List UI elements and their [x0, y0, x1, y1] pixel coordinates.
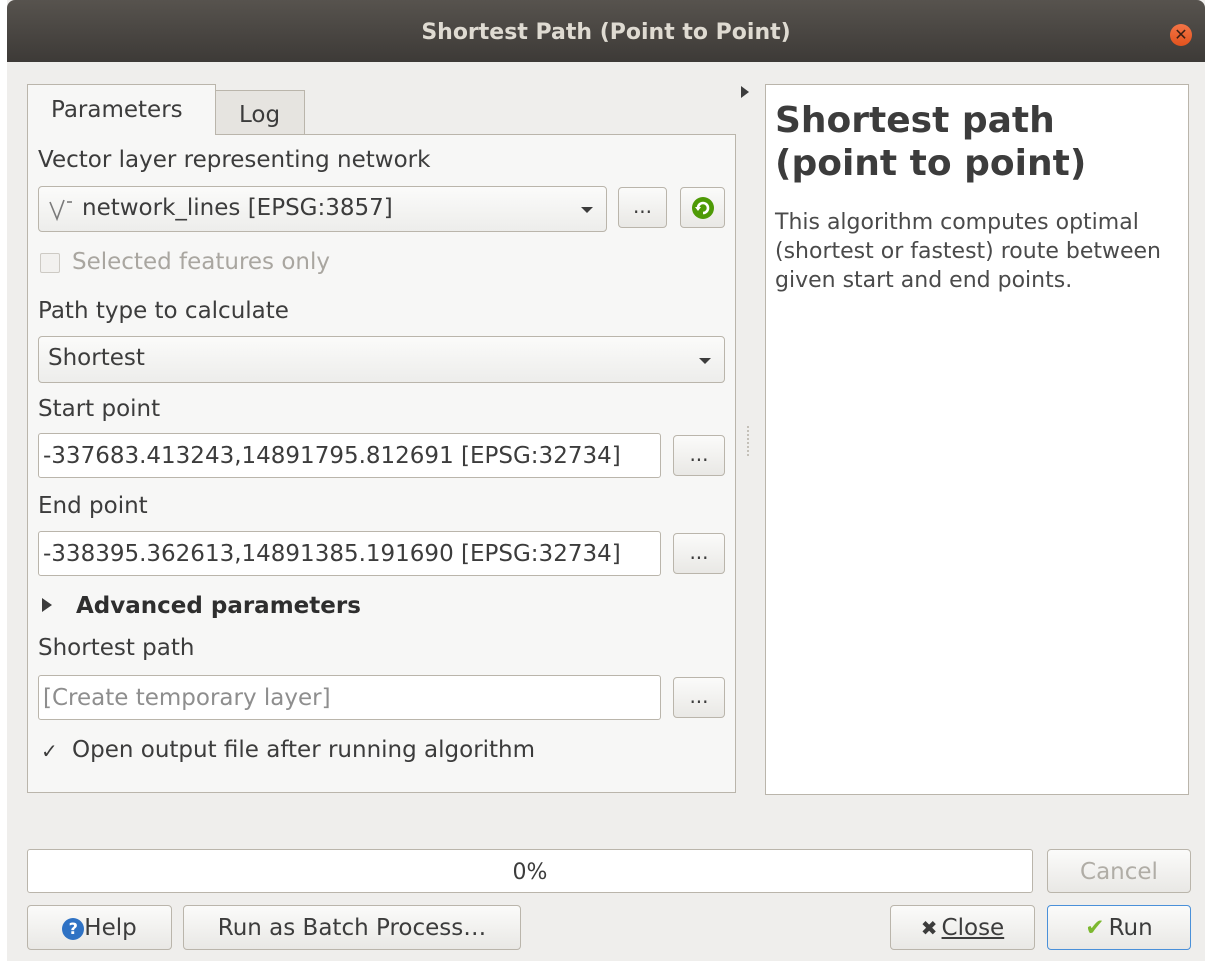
- help-button[interactable]: ? Help: [27, 905, 172, 950]
- path-type-label: Path type to calculate: [38, 298, 289, 324]
- run-button[interactable]: ✔ Run: [1047, 905, 1191, 950]
- help-title: Shortest path (point to point): [775, 100, 1087, 184]
- help-button-label: Help: [84, 915, 137, 941]
- path-type-value: Shortest: [48, 345, 145, 371]
- chevron-down-icon: [699, 358, 711, 364]
- chevron-down-icon: [581, 207, 593, 213]
- progress-bar: 0%: [27, 849, 1033, 893]
- selected-features-label: Selected features only: [72, 249, 330, 275]
- checkmark-icon: ✓: [41, 739, 58, 763]
- network-layer-value: network_lines [EPSG:3857]: [82, 195, 393, 221]
- progress-text: 0%: [512, 860, 548, 885]
- iterate-layer-button[interactable]: [680, 187, 725, 228]
- end-point-value: -338395.362613,14891385.191690 [EPSG:327…: [43, 541, 621, 567]
- line-layer-icon: [49, 199, 72, 222]
- tab-log-label: Log: [239, 102, 281, 128]
- close-button-label: Close: [941, 915, 1005, 941]
- help-description: This algorithm computes optimal (shortes…: [775, 210, 1161, 293]
- splitter-handle[interactable]: [747, 426, 751, 456]
- open-output-label: Open output file after running algorithm: [72, 737, 536, 763]
- network-browse-button[interactable]: ...: [618, 187, 667, 228]
- open-output-checkbox[interactable]: ✓: [40, 739, 60, 763]
- help-icon: ?: [62, 918, 85, 940]
- title-bar[interactable]: Shortest Path (Point to Point) ✕: [7, 0, 1205, 62]
- tab-parameters[interactable]: Parameters: [27, 84, 216, 135]
- start-point-label: Start point: [38, 396, 161, 422]
- output-field[interactable]: [Create temporary layer]: [38, 675, 661, 720]
- run-batch-button[interactable]: Run as Batch Process…: [183, 905, 521, 950]
- checkmark-icon: ✔: [1085, 915, 1105, 941]
- output-browse-button[interactable]: ...: [673, 677, 725, 718]
- expand-arrow-icon[interactable]: [42, 598, 52, 612]
- end-point-browse-button[interactable]: ...: [673, 533, 725, 574]
- refresh-icon: [692, 197, 714, 219]
- advanced-parameters-toggle[interactable]: Advanced parameters: [76, 593, 361, 619]
- dialog-window: Shortest Path (Point to Point) ✕ Paramet…: [7, 0, 1205, 961]
- start-point-browse-button[interactable]: ...: [673, 435, 725, 476]
- close-window-icon[interactable]: ✕: [1170, 24, 1192, 46]
- output-placeholder: [Create temporary layer]: [43, 685, 331, 711]
- run-batch-button-label: Run as Batch Process…: [217, 915, 487, 941]
- network-layer-combo[interactable]: network_lines [EPSG:3857]: [38, 186, 607, 232]
- end-point-field[interactable]: -338395.362613,14891385.191690 [EPSG:327…: [38, 531, 661, 576]
- tab-parameters-label: Parameters: [51, 97, 183, 123]
- network-layer-label: Vector layer representing network: [38, 147, 431, 173]
- output-label: Shortest path: [38, 635, 195, 661]
- end-point-label: End point: [38, 493, 148, 519]
- cancel-button-label: Cancel: [1080, 859, 1158, 885]
- start-point-field[interactable]: -337683.413243,14891795.812691 [EPSG:327…: [38, 433, 661, 478]
- window-title: Shortest Path (Point to Point): [421, 20, 791, 45]
- run-button-label: Run: [1108, 915, 1153, 941]
- help-panel: Shortest path (point to point) This algo…: [765, 84, 1189, 795]
- selected-features-checkbox[interactable]: [40, 253, 60, 273]
- path-type-select[interactable]: Shortest: [38, 336, 725, 383]
- close-icon: ✖: [920, 916, 938, 940]
- tab-log[interactable]: Log: [215, 90, 305, 138]
- start-point-value: -337683.413243,14891795.812691 [EPSG:327…: [43, 443, 621, 469]
- parameters-panel: Vector layer representing network networ…: [27, 134, 736, 793]
- collapse-help-arrow-icon[interactable]: [741, 86, 749, 98]
- cancel-button[interactable]: Cancel: [1047, 849, 1191, 893]
- close-button[interactable]: ✖ Close: [890, 905, 1035, 950]
